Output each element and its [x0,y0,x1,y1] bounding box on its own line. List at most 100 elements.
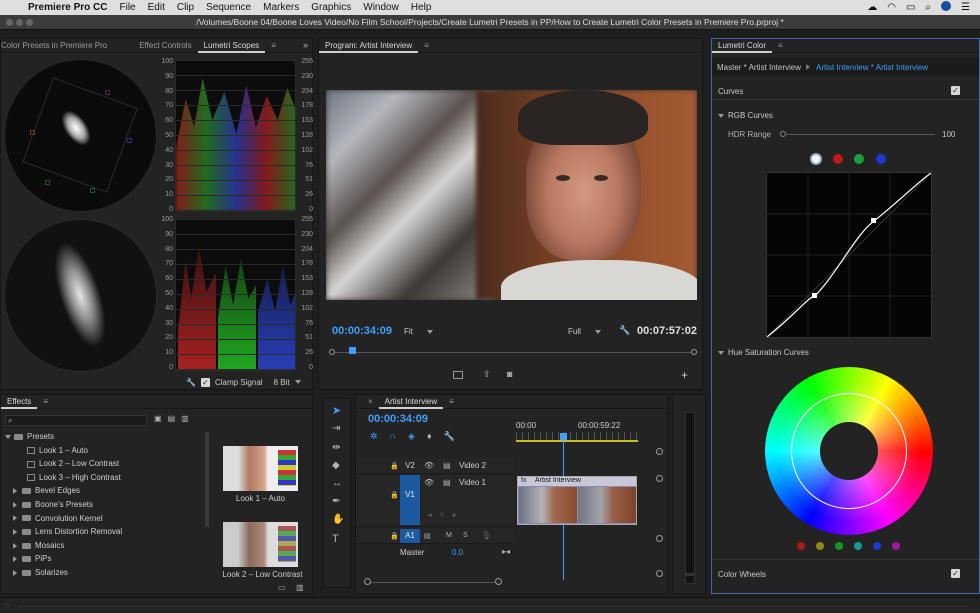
timeline-zoom-scrollbar[interactable] [364,577,504,587]
sync-lock-icon[interactable]: ▤ [443,478,451,487]
color-wheels-enable-checkbox[interactable]: ✓ [951,569,960,578]
program-video-frame[interactable] [326,90,697,300]
sync-lock-icon[interactable]: ▤ [424,532,431,540]
tree-item-mosaics[interactable]: Mosaics [5,541,205,555]
tree-item-boones-presets[interactable]: Boone's Presets [5,500,205,514]
accelerated-effects-icon[interactable]: ▣ [154,414,168,423]
tab-lumetri-scopes[interactable]: Lumetri Scopes [197,39,266,53]
luma-channel-button[interactable] [810,153,822,165]
program-playhead-timecode[interactable]: 00:00:34:09 [332,325,392,337]
hdr-range-value[interactable]: 100 [942,130,955,139]
curves-enable-checkbox[interactable]: ✓ [951,86,960,95]
program-playhead[interactable] [349,347,356,354]
time-ruler[interactable] [516,432,638,440]
airplay-icon[interactable]: ▭ [906,2,915,13]
effects-search-input[interactable]: ⌕ [5,415,147,426]
sync-lock-icon[interactable]: ▤ [443,461,451,470]
export-frame-icon[interactable]: ⇪ [483,369,491,380]
menu-sequence[interactable]: Sequence [206,2,251,13]
type-tool-icon[interactable]: T [332,533,339,545]
track-target-v1[interactable]: V1 [400,475,420,525]
eye-icon[interactable]: 👁 [424,478,434,487]
program-scrub-bar[interactable] [329,347,697,359]
green-channel-button[interactable] [854,154,864,164]
yuv-effects-icon[interactable]: ▥ [181,414,195,423]
tree-item-look3[interactable]: Look 3 – High Contrast [5,473,205,487]
master-value[interactable]: 0.0 [452,548,463,557]
sequence-clip-tab[interactable]: Artist Interview * Artist Interview [810,63,934,72]
add-button-icon[interactable]: + [681,368,688,382]
panel-menu-icon[interactable]: ≡ [418,41,435,50]
chevron-down-icon[interactable] [294,380,301,384]
ripple-edit-tool-icon[interactable]: ⇹ [332,442,340,453]
blue-channel-button[interactable] [876,154,886,164]
hue-cyan-button[interactable] [854,542,862,550]
lumetri-title[interactable]: Lumetri Color [712,39,773,53]
panel-menu-icon[interactable]: ≡ [443,397,460,406]
mute-track-button[interactable]: M [446,532,452,539]
hue-yellow-button[interactable] [816,542,824,550]
track-target-v2[interactable]: V2 [400,460,420,472]
rgb-curve-graph[interactable] [766,172,932,338]
status-icon[interactable]: ◌ [4,600,9,610]
hand-tool-icon[interactable]: ✋ [332,514,344,525]
curve-point-highlight[interactable] [871,218,876,223]
tree-item-solarizes[interactable]: Solarizes [5,568,205,582]
slip-tool-icon[interactable]: ↔ [332,478,342,489]
video-clip[interactable]: fx Artist Interview [517,476,637,525]
32bit-effects-icon[interactable]: ▤ [168,414,182,423]
nest-icon[interactable]: ✲ [370,431,390,441]
curve-point-shadow[interactable] [812,293,817,298]
solo-track-button[interactable]: S [463,532,468,539]
trash-icon[interactable]: ▥ [296,583,304,592]
work-area-bar[interactable] [516,440,638,442]
timeline-settings-icon[interactable]: 🔧 [444,431,467,441]
new-bin-icon[interactable]: ▭ [278,583,286,592]
close-window-icon[interactable] [6,19,13,26]
quality-select[interactable]: Full [568,327,608,338]
user-icon[interactable] [941,1,952,14]
search-icon[interactable]: ⌕ [925,2,931,13]
preset-thumbnail-look1[interactable] [223,446,298,491]
notification-center-icon[interactable]: ☰ [961,2,970,13]
go-to-end-icon[interactable]: ▸◂ [502,547,510,556]
tree-item-presets[interactable]: Presets [5,432,205,446]
close-tab-icon[interactable]: × [362,397,379,406]
selection-tool-icon[interactable]: ➤ [332,404,341,417]
timeline-playhead[interactable] [560,433,567,440]
menu-graphics[interactable]: Graphics [311,2,351,13]
wrench-icon[interactable]: 🔧 [619,325,630,336]
tree-item-look1[interactable]: Look 1 – Auto [5,446,205,460]
red-channel-button[interactable] [833,154,843,164]
linked-selection-icon[interactable]: ◈ [408,431,427,441]
safe-margins-icon[interactable] [453,371,463,379]
lock-icon[interactable]: 🔒 [390,532,399,540]
clamp-signal-checkbox[interactable]: ✓ [200,377,210,387]
tree-item-convolution-kernel[interactable]: Convolution Kernel [5,514,205,528]
effects-scrollbar[interactable] [205,432,209,527]
source-clip-tab[interactable]: Master * Artist Interview [712,63,806,72]
color-wheels-section-label[interactable]: Color Wheels [718,570,766,579]
tree-item-look2[interactable]: Look 2 – Low Contrast [5,459,205,473]
menu-markers[interactable]: Markers [263,2,299,13]
vertical-scroll-audio[interactable] [656,535,663,542]
lock-icon[interactable]: 🔒 [390,462,399,470]
vertical-scroll-bottom[interactable] [656,570,663,577]
timeline-title[interactable]: Artist Interview [378,395,444,409]
track-select-tool-icon[interactable]: ⇥ [332,423,340,434]
add-marker-icon[interactable]: ♦ [427,431,444,441]
microphone-icon[interactable]: 🎙 [481,531,491,540]
hdr-range-slider[interactable] [780,131,935,139]
menu-clip[interactable]: Clip [177,2,194,13]
tab-effect-controls[interactable]: Effect Controls [133,41,197,50]
keyframe-nav[interactable]: ◂◊▸ [428,511,466,519]
panel-menu-icon[interactable]: ≡ [772,41,789,50]
tab-color-presets[interactable]: Color Presets in Premiere Pro [1,41,113,50]
vertical-scroll-mid[interactable] [656,475,663,482]
rgb-curves-header[interactable]: RGB Curves [718,111,773,120]
camera-icon[interactable]: ◙ [507,369,512,379]
razor-tool-icon[interactable]: ◆ [332,460,340,471]
program-title[interactable]: Program: Artist Interview [319,39,419,53]
hue-blue-button[interactable] [873,542,881,550]
curves-section-label[interactable]: Curves [718,87,743,96]
